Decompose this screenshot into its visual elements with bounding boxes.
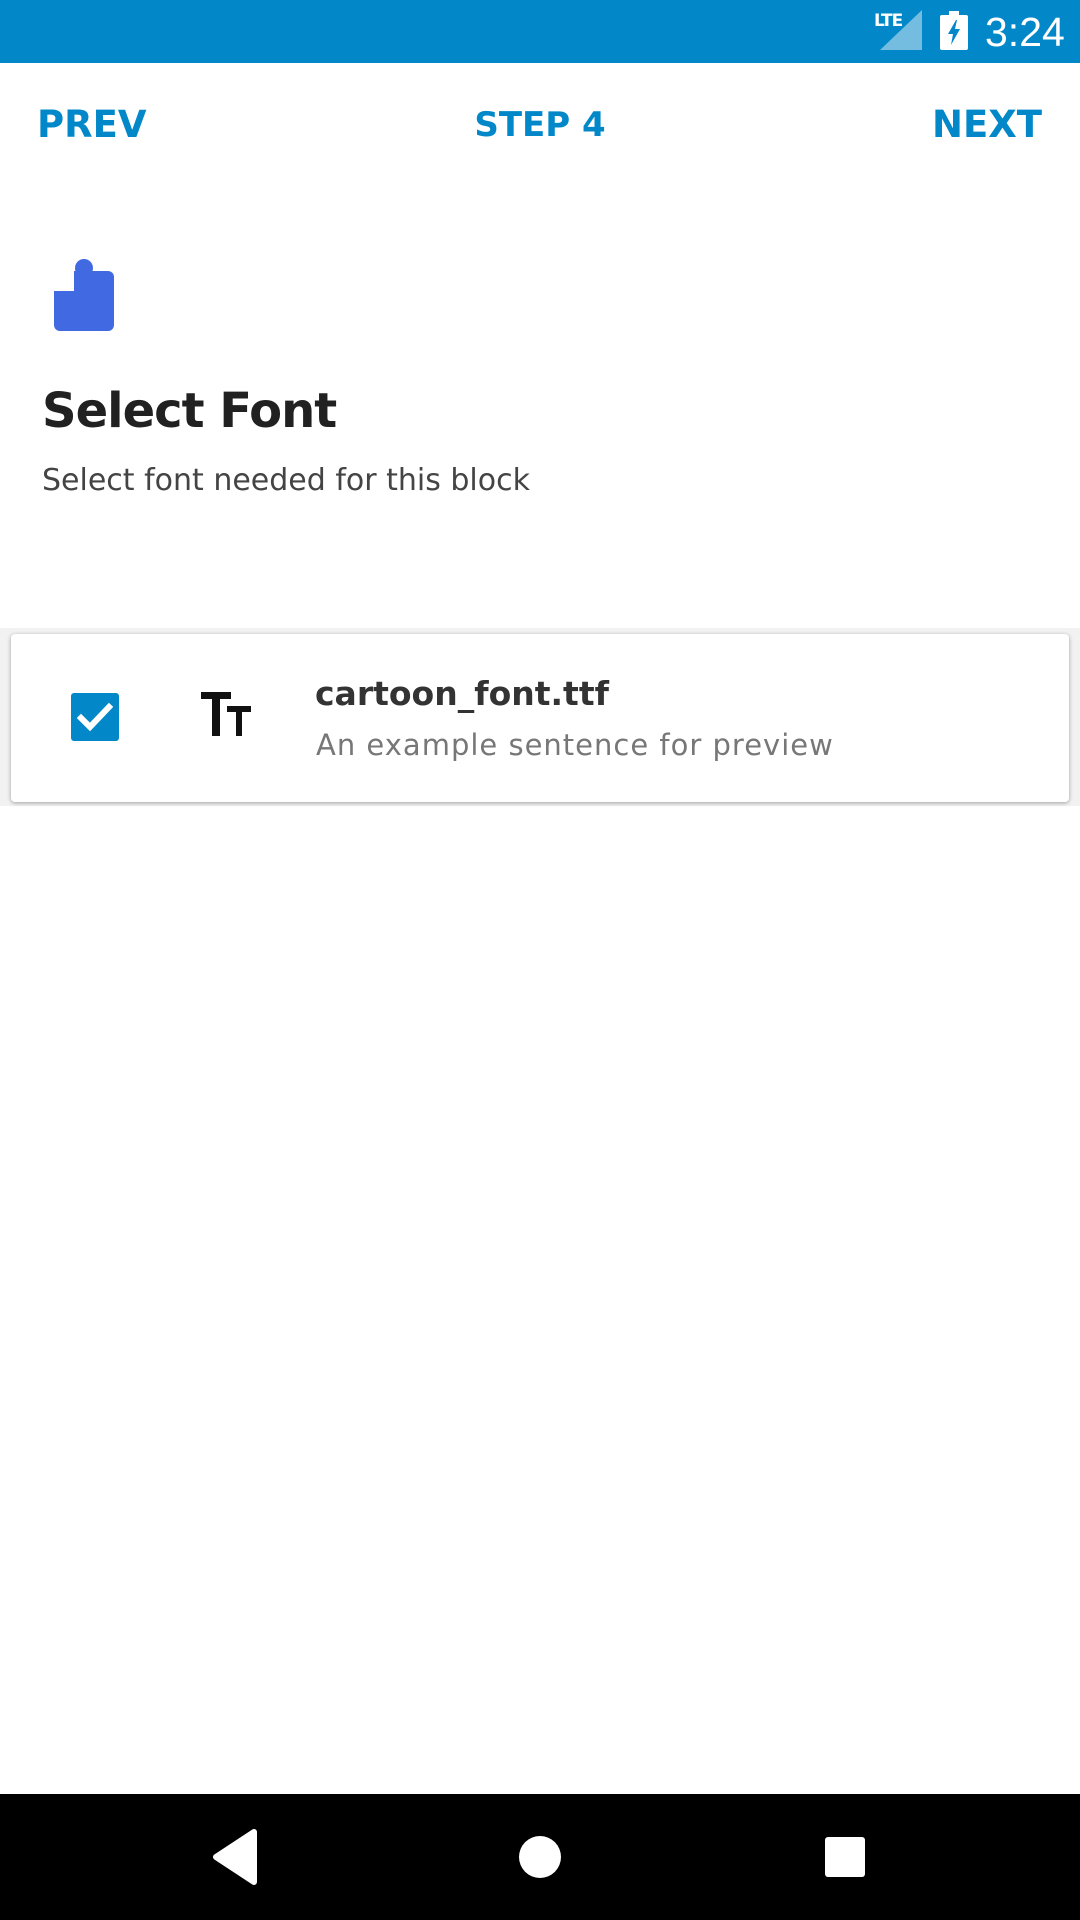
font-preview-text: An example sentence for preview bbox=[316, 728, 834, 762]
back-triangle-icon bbox=[213, 1829, 257, 1885]
font-list-item[interactable]: cartoon_font.ttf An example sentence for… bbox=[11, 634, 1069, 802]
home-circle-icon bbox=[519, 1836, 561, 1878]
puzzle-piece-icon bbox=[54, 259, 114, 331]
font-file-name: cartoon_font.ttf bbox=[315, 674, 609, 713]
status-bar: LTE 3:24 bbox=[0, 0, 1080, 63]
recents-square-icon bbox=[825, 1837, 865, 1877]
home-button[interactable] bbox=[460, 1794, 620, 1920]
recents-button[interactable] bbox=[764, 1794, 924, 1920]
cell-signal-icon bbox=[880, 10, 922, 50]
step-indicator: STEP 4 bbox=[474, 105, 606, 145]
status-clock: 3:24 bbox=[985, 9, 1065, 55]
font-checkbox[interactable] bbox=[71, 693, 119, 741]
prev-button[interactable]: PREV bbox=[37, 103, 147, 146]
wizard-navigation: STEP 4 PREV NEXT bbox=[0, 63, 1080, 191]
next-button[interactable]: NEXT bbox=[932, 103, 1042, 146]
battery-charging-icon bbox=[940, 11, 968, 50]
page-title: Select Font bbox=[42, 383, 337, 439]
page-subtitle: Select font needed for this block bbox=[42, 463, 530, 498]
back-button[interactable] bbox=[156, 1794, 316, 1920]
font-size-icon bbox=[201, 692, 251, 736]
system-navigation-bar bbox=[0, 1794, 1080, 1920]
check-icon bbox=[77, 702, 113, 732]
